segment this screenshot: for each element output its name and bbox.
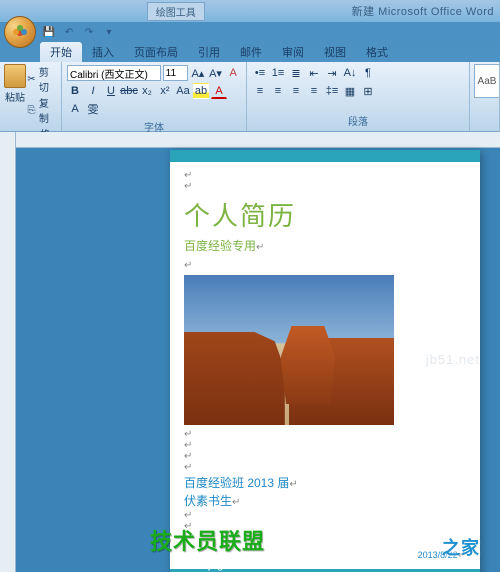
tab-mailings[interactable]: 邮件 [230, 42, 272, 62]
undo-icon[interactable]: ↶ [62, 25, 76, 39]
horizontal-ruler[interactable] [16, 132, 500, 148]
cut-label: 剪切 [39, 64, 57, 94]
multilevel-button[interactable]: ≣ [288, 65, 304, 81]
italic-button[interactable]: I [85, 83, 101, 99]
sort-button[interactable]: A↓ [342, 65, 358, 81]
font-size-combo[interactable]: 11 [163, 65, 188, 81]
subscript-button[interactable]: x₂ [139, 83, 155, 99]
decrease-indent-button[interactable]: ⇤ [306, 65, 322, 81]
tab-review[interactable]: 审阅 [272, 42, 314, 62]
paragraph-group-label: 段落 [251, 112, 465, 129]
paragraph-mark: ↵ [184, 440, 466, 451]
clear-format-button[interactable]: A [225, 65, 241, 81]
document-line-2[interactable]: 伏素书生↵ [184, 492, 466, 509]
paragraph-mark: ↵ [184, 170, 466, 181]
justify-button[interactable]: ≡ [306, 83, 322, 99]
redo-icon[interactable]: ↷ [82, 25, 96, 39]
paragraph-mark: ↵ [184, 510, 466, 521]
copy-icon: ⎘ [26, 104, 37, 116]
shading-button[interactable]: ▦ [342, 83, 358, 99]
increase-indent-button[interactable]: ⇥ [324, 65, 340, 81]
office-button[interactable] [4, 16, 36, 48]
show-marks-button[interactable]: ¶ [360, 65, 376, 81]
watermark-jsy: 技术员联盟 [150, 524, 265, 556]
document-title[interactable]: 个人简历 [184, 196, 466, 233]
tab-page-layout[interactable]: 页面布局 [124, 42, 188, 62]
document-image[interactable] [184, 275, 394, 425]
qat-dropdown-icon[interactable]: ▾ [102, 25, 116, 39]
ribbon-tabs: 开始 插入 页面布局 引用 邮件 审阅 视图 格式 [40, 42, 500, 62]
change-case-button[interactable]: Aa [175, 83, 191, 99]
paste-icon [4, 64, 26, 88]
document-area: ↵ ↵ 个人简历 百度经验专用↵ ↵ ↵ ↵ ↵ ↵ 百度经验班 2013 届↵… [0, 132, 500, 572]
paragraph-mark: ↵ [184, 181, 466, 192]
font-color-button[interactable]: A [211, 83, 227, 99]
page-border-top [170, 150, 480, 162]
tab-view[interactable]: 视图 [314, 42, 356, 62]
shrink-font-button[interactable]: A▾ [208, 65, 224, 81]
style-sample[interactable]: AaB [474, 64, 500, 98]
clipboard-group: 粘贴 ✂剪切 ⎘复制 🖌格式刷 剪贴板 [0, 62, 62, 131]
styles-group: AaB [470, 62, 500, 131]
align-center-button[interactable]: ≡ [270, 83, 286, 99]
window-title: 新建 Microsoft Office Word [352, 3, 500, 19]
vertical-ruler[interactable] [0, 132, 16, 572]
phonetic-guide-button[interactable]: 雯 [85, 101, 101, 117]
line2-text: 伏素书生 [184, 494, 232, 508]
subtitle-text: 百度经验专用 [184, 239, 256, 253]
document-subtitle[interactable]: 百度经验专用↵ [184, 237, 466, 254]
bold-button[interactable]: B [67, 83, 83, 99]
line1-text: 百度经验班 2013 届 [184, 476, 289, 490]
grow-font-button[interactable]: A▴ [190, 65, 206, 81]
tab-insert[interactable]: 插入 [82, 42, 124, 62]
font-group: Calibri (西文正文) 11 A▴ A▾ A B I U abc x₂ x… [62, 62, 247, 131]
tab-home[interactable]: 开始 [40, 42, 82, 62]
tab-references[interactable]: 引用 [188, 42, 230, 62]
paragraph-mark: ↵ [184, 429, 466, 440]
watermark-url: www.jsgho.net [180, 559, 257, 571]
tab-format[interactable]: 格式 [356, 42, 398, 62]
paragraph-mark: ↵ [184, 260, 466, 271]
bullets-button[interactable]: •≡ [252, 65, 268, 81]
paragraph-group: •≡ 1≡ ≣ ⇤ ⇥ A↓ ¶ ≡ ≡ ≡ ≡ ‡≡ ▦ ⊞ 段落 [247, 62, 470, 131]
char-border-button[interactable]: A [67, 101, 83, 117]
highlight-button[interactable]: ab [193, 83, 209, 99]
strike-button[interactable]: abc [121, 83, 137, 99]
watermark-zj: 之家 [442, 534, 480, 560]
paragraph-mark: ↵ [184, 451, 466, 462]
superscript-button[interactable]: x² [157, 83, 173, 99]
font-name-combo[interactable]: Calibri (西文正文) [67, 65, 161, 81]
scissors-icon: ✂ [26, 73, 37, 85]
copy-button[interactable]: ⎘复制 [26, 95, 57, 125]
watermark-jb51: jb51.net [426, 352, 480, 367]
document-line-1[interactable]: 百度经验班 2013 届↵ [184, 474, 466, 491]
borders-button[interactable]: ⊞ [360, 83, 376, 99]
paste-label: 粘贴 [5, 89, 25, 104]
align-left-button[interactable]: ≡ [252, 83, 268, 99]
save-icon[interactable]: 💾 [42, 25, 56, 39]
copy-label: 复制 [39, 95, 57, 125]
numbering-button[interactable]: 1≡ [270, 65, 286, 81]
underline-button[interactable]: U [103, 83, 119, 99]
align-right-button[interactable]: ≡ [288, 83, 304, 99]
line-spacing-button[interactable]: ‡≡ [324, 83, 340, 99]
cut-button[interactable]: ✂剪切 [26, 64, 57, 94]
drawing-tools-label: 绘图工具 [147, 2, 205, 21]
paragraph-mark: ↵ [184, 462, 466, 473]
